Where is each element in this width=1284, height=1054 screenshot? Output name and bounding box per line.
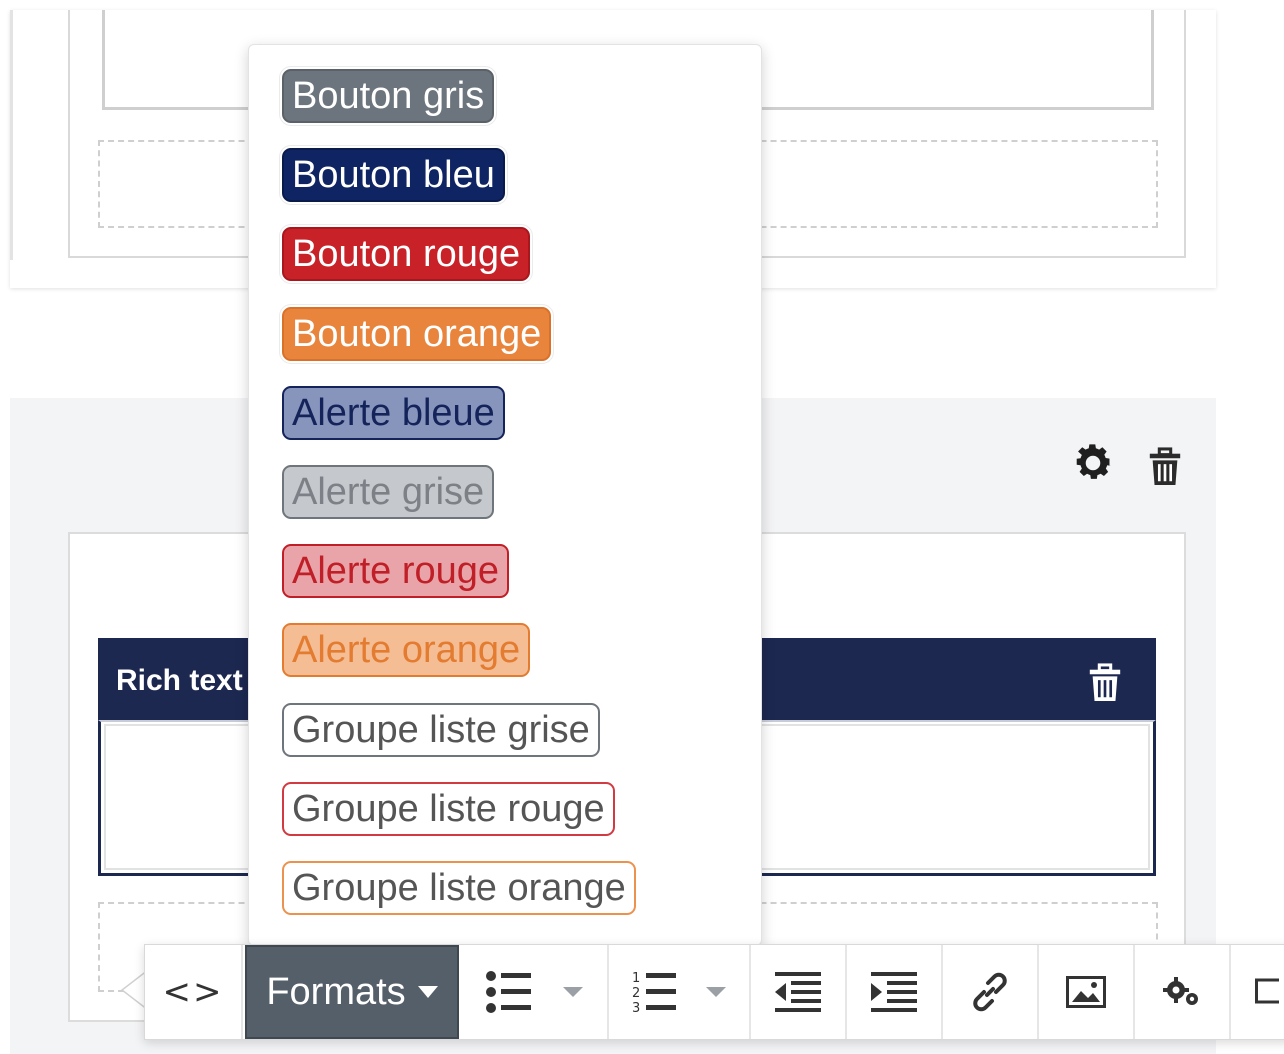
chevron-down-icon[interactable] [706,987,726,997]
outdent-icon [775,972,821,1012]
insert-image-button[interactable] [1039,945,1135,1039]
format-option[interactable]: Alerte orange [282,623,531,678]
bullet-list-button[interactable] [461,945,609,1039]
format-option[interactable]: Alerte grise [282,465,495,519]
source-code-button[interactable]: <> [145,945,243,1039]
link-icon [973,972,1007,1012]
numbered-list-icon: 1 2 3 [632,971,676,1014]
outdent-button[interactable] [751,945,847,1039]
bullet-list-icon [486,971,531,1013]
numbered-list-button[interactable]: 1 2 3 [609,945,751,1039]
svg-text:1: 1 [632,971,640,986]
format-option[interactable]: Groupe liste orange [282,861,636,915]
monitor-icon [1255,978,1279,1004]
cogs-icon [1163,977,1198,1005]
image-icon [1066,976,1106,1008]
indent-button[interactable] [847,945,943,1039]
divider [10,10,13,260]
svg-text:2: 2 [632,986,640,1001]
settings-button[interactable] [1135,945,1231,1039]
format-option[interactable]: Groupe liste grise [282,702,600,757]
formats-label: Formats [266,970,406,1013]
trash-icon[interactable] [1086,662,1124,704]
indent-icon [871,972,917,1012]
format-option[interactable]: Bouton gris [282,69,495,123]
link-button[interactable] [943,945,1039,1039]
rich-text-title: Rich text [116,664,243,697]
trash-icon[interactable] [1146,446,1184,488]
format-option[interactable]: Bouton rouge [282,227,531,282]
caret-down-icon [417,986,438,998]
preview-button[interactable] [1231,945,1284,1039]
gear-icon[interactable] [1070,440,1116,486]
format-option[interactable]: Alerte rouge [282,544,510,599]
svg-text:3: 3 [632,1001,640,1014]
format-option[interactable]: Alerte bleue [282,385,505,440]
chevron-down-icon[interactable] [563,987,583,997]
code-icon: <> [162,972,224,1012]
format-option[interactable]: Bouton bleu [282,148,505,203]
editor-toolbar: <> Formats 1 2 3 [144,944,1284,1040]
formats-dropdown-button[interactable]: Formats [245,945,459,1039]
format-option[interactable]: Bouton orange [282,306,552,361]
format-option[interactable]: Groupe liste rouge [282,781,615,836]
